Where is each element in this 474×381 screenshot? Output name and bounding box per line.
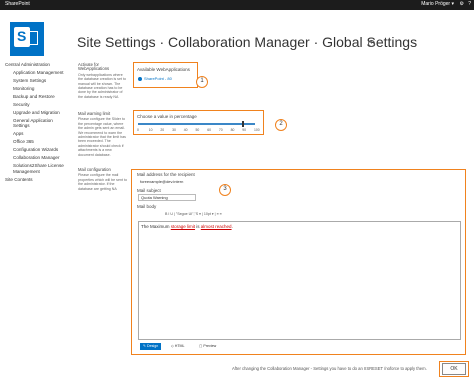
leftnav-item[interactable]: Collaboration Manager <box>5 155 67 161</box>
leftnav-item[interactable]: Upgrade and Migration <box>5 110 67 116</box>
leftnav-item[interactable]: Monitoring <box>5 86 67 92</box>
body-text-start: The Maximum <box>141 224 171 229</box>
section-warning-description: Mail warning limit Please configure the … <box>78 111 128 157</box>
slider-tick-label: 80 <box>230 128 235 132</box>
tab-html[interactable]: ◇ HTML <box>168 343 188 350</box>
webapps-panel <box>133 62 198 88</box>
section-webapps-heading: Activate for WebApplications <box>78 62 110 72</box>
slider-tick-label: 90 <box>242 128 247 132</box>
leftnav-item[interactable]: Solutions2Share License Management <box>5 163 67 174</box>
suite-bar: SharePoint Mario Pröger ▾ ⚙ ? <box>0 0 474 10</box>
section-webapps-text: Only webapplications where the database … <box>78 72 126 99</box>
section-warning-text: Please configure the Slider to the perce… <box>78 117 126 157</box>
body-label: Mail body <box>137 204 157 209</box>
section-mail-text: Please configure the mail properties whi… <box>78 173 127 191</box>
percentage-slider-thumb[interactable] <box>242 121 245 127</box>
gear-icon[interactable]: ⚙ <box>460 1 464 7</box>
section-mail-description: Mail configuration Please configure the … <box>78 167 128 191</box>
percentage-slider-track[interactable] <box>138 123 255 125</box>
slider-tick-label: 10 <box>148 128 153 132</box>
leftnav-item[interactable]: Office 365 <box>5 139 67 145</box>
left-navigation: Central Administration Application Manage… <box>5 62 67 185</box>
subject-label: Mail subject <box>137 188 161 193</box>
leftnav-item[interactable]: System Settings <box>5 78 67 84</box>
tab-design[interactable]: ✎ Design <box>140 343 162 350</box>
recipient-label: Mail address for the recipient <box>137 172 195 177</box>
webapp-radio[interactable] <box>138 77 142 81</box>
leftnav-item[interactable]: Security <box>5 102 67 108</box>
leftnav-item[interactable]: Central Administration <box>5 62 67 68</box>
editor-toolbar[interactable]: B I U | "Segoe UI","S ▾ | 10pt ▾ | ≡ ≡ <box>165 212 222 216</box>
percentage-label: Choose a value in percentage <box>137 114 197 119</box>
mail-body-editor[interactable]: The Maximum storage limit is almost reac… <box>138 221 461 340</box>
section-mail-heading: Mail configuration <box>78 167 111 172</box>
tab-preview[interactable]: ▢ Preview <box>196 343 219 350</box>
sharepoint-logo[interactable] <box>10 22 44 56</box>
ok-button[interactable]: OK <box>442 363 466 375</box>
slider-tick-label: 100 <box>254 128 260 132</box>
slider-tick-label: 40 <box>183 128 188 132</box>
section-warning-heading: Mail warning limit <box>78 111 111 116</box>
body-text-end: . <box>231 224 233 229</box>
body-misspelled-1: storage limit <box>170 224 196 229</box>
slider-tick-label: 60 <box>207 128 211 132</box>
logo-s-shape <box>14 27 30 47</box>
slider-tick-label: 30 <box>172 128 176 132</box>
info-icon[interactable]: i <box>368 40 375 47</box>
help-icon[interactable]: ? <box>468 1 471 7</box>
leftnav-item[interactable]: Apps <box>5 131 67 137</box>
subject-input[interactable]: Quota Warning <box>138 194 196 201</box>
callout-badge-3: 3 <box>219 184 231 196</box>
leftnav-item[interactable]: Configuration Wizards <box>5 147 67 153</box>
leftnav-item[interactable]: General Application Settings <box>5 118 67 129</box>
leftnav-item[interactable]: Backup and Restore <box>5 94 67 100</box>
iisreset-note: After changing the Collaboration Manager… <box>232 366 427 371</box>
leftnav-item[interactable]: Site Contents <box>5 177 67 183</box>
callout-badge-1: 1 <box>196 76 208 88</box>
slider-tick-label: 70 <box>218 128 223 132</box>
body-misspelled-2: almost reached <box>200 224 232 229</box>
section-webapps-description: Activate for WebApplications Only webapp… <box>78 62 128 99</box>
slider-tick-label: 0 <box>137 128 139 132</box>
mail-body-content[interactable]: The Maximum storage limit is almost reac… <box>141 224 233 229</box>
brand-label[interactable]: SharePoint <box>5 1 30 7</box>
recipient-input[interactable]: foreexample@dev.intern <box>138 179 198 186</box>
webapp-option-label[interactable]: SharePoint - 80 <box>144 76 172 81</box>
user-menu[interactable]: Mario Pröger ▾ <box>421 1 454 7</box>
page-title: Site Settings · Collaboration Manager · … <box>77 34 418 50</box>
available-webapps-label: Available WebApplications <box>137 67 190 72</box>
slider-tick-label: 50 <box>195 128 200 132</box>
callout-badge-2: 2 <box>275 119 287 131</box>
slider-tick-label: 20 <box>160 128 165 132</box>
leftnav-item[interactable]: Application Management <box>5 70 67 76</box>
